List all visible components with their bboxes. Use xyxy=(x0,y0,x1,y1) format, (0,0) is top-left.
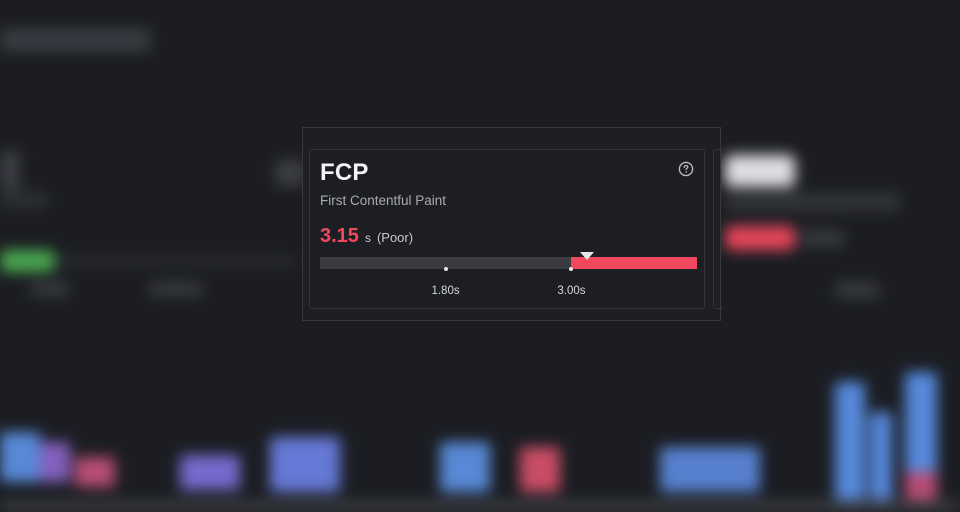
metric-value-row: 3.15 s (Poor) xyxy=(320,225,413,248)
bg-chart-bar xyxy=(870,412,892,502)
metric-unit: s xyxy=(364,231,371,245)
bg-chart-bar xyxy=(440,442,490,492)
fcp-metric-card: FCP First Contentful Paint 3.15 s (Poor)… xyxy=(309,149,705,309)
bg-chart-bar xyxy=(180,455,240,490)
bg-chart-bar xyxy=(835,382,865,502)
bg-track xyxy=(55,256,295,266)
bg-card-title xyxy=(0,150,20,190)
bg-card-subtitle xyxy=(0,190,48,210)
metric-popover: FCP First Contentful Paint 3.15 s (Poor)… xyxy=(302,127,723,321)
bg-green-bar xyxy=(0,250,55,272)
metric-scale-track xyxy=(320,257,697,269)
bg-label xyxy=(148,282,203,296)
bg-axis xyxy=(0,500,960,512)
bg-red-value xyxy=(725,226,795,250)
bg-chart-bar xyxy=(520,447,560,492)
bg-card-title xyxy=(275,160,305,186)
adjacent-metric-card-edge xyxy=(713,149,723,309)
question-circle-icon[interactable] xyxy=(678,161,694,177)
bg-chart-bar xyxy=(660,447,760,492)
metric-title: FCP xyxy=(320,159,369,186)
threshold-label: 1.80s xyxy=(431,285,460,297)
bg-chart-bar xyxy=(270,437,340,492)
bg-label xyxy=(835,282,880,298)
bg-label xyxy=(30,282,70,296)
metric-subtitle: First Contentful Paint xyxy=(320,193,447,208)
bg-card-subtitle xyxy=(725,193,900,211)
bg-card-title xyxy=(725,155,795,187)
bg-chart-bar xyxy=(75,457,115,487)
current-value-marker xyxy=(580,252,595,260)
metric-rating: (Poor) xyxy=(376,230,414,245)
threshold-dot xyxy=(569,267,574,271)
bg-header-title xyxy=(0,28,150,52)
bg-chart-bar xyxy=(40,442,70,482)
bg-chart-bar xyxy=(905,472,937,502)
bg-chart-bar xyxy=(0,432,40,482)
metric-value: 3.15 xyxy=(320,225,359,247)
bg-rating xyxy=(800,230,845,246)
threshold-label: 3.00s xyxy=(557,285,586,297)
threshold-dot xyxy=(443,267,448,271)
